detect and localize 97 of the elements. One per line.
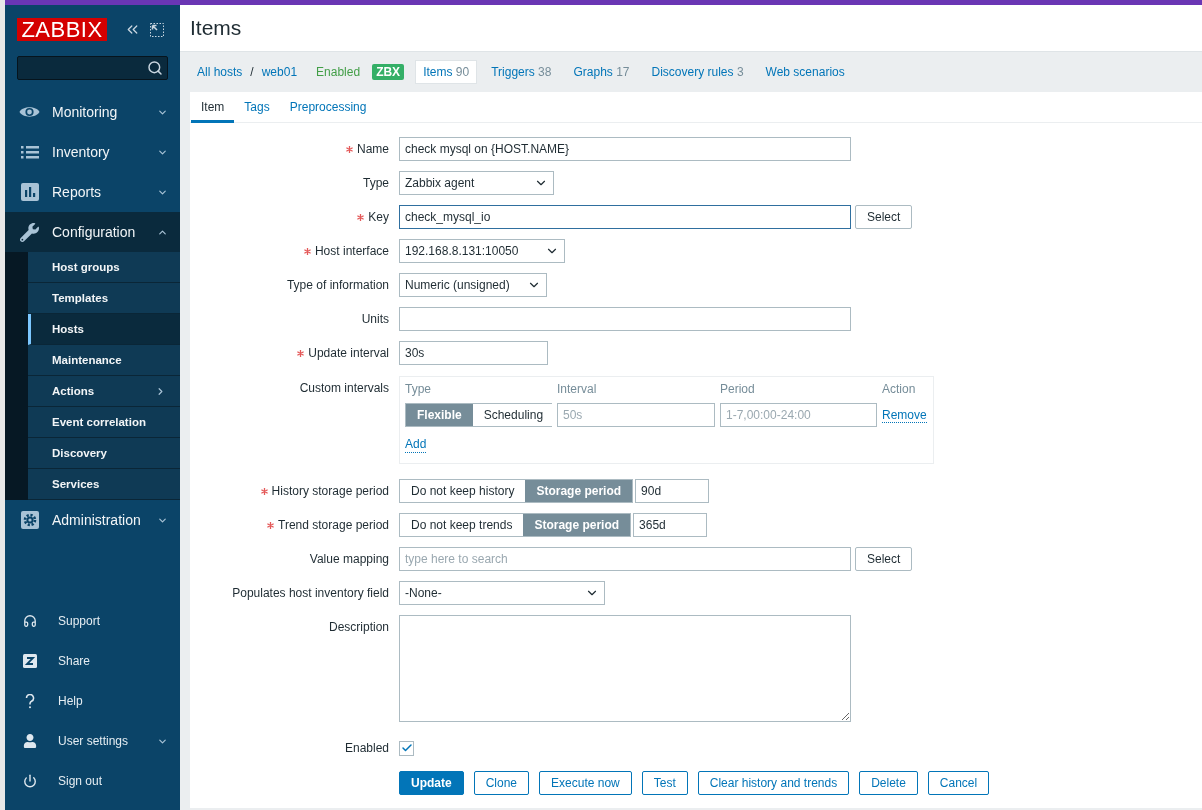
remove-link[interactable]: Remove <box>882 407 927 423</box>
form-button[interactable]: Execute now <box>539 771 632 795</box>
breadcrumb-link[interactable]: All hosts <box>197 65 243 79</box>
field-label: Type of information <box>286 278 389 292</box>
bar-chart-icon <box>20 183 39 201</box>
form-tab[interactable]: Preprocessing <box>279 92 377 123</box>
question-mark-icon <box>25 693 35 709</box>
submenu-item[interactable]: Host groups <box>28 252 180 283</box>
value-mapping-input[interactable]: type here to search <box>399 547 851 571</box>
submenu-item[interactable]: Hosts <box>28 314 180 345</box>
field-label: Description <box>328 620 389 634</box>
field-label: Type <box>363 176 389 190</box>
column-header: Period <box>720 381 756 397</box>
page-title: Items <box>190 16 242 40</box>
availability-badge: ZBX <box>372 64 405 80</box>
field-label: Update interval <box>308 346 389 360</box>
submenu-item[interactable]: Actions <box>28 376 180 407</box>
key-input[interactable]: check_mysql_io <box>399 205 851 229</box>
trend-period-input[interactable]: 365d <box>633 513 708 537</box>
form-button[interactable]: Cancel <box>927 771 990 795</box>
host-tab[interactable]: Triggers 38 <box>483 60 560 84</box>
headset-icon <box>23 614 37 628</box>
form-tab[interactable]: Item <box>191 92 235 123</box>
column-header: Action <box>882 381 917 397</box>
units-input[interactable] <box>399 307 851 331</box>
field-label: Value mapping <box>309 552 389 566</box>
select-button[interactable]: Select <box>855 205 913 229</box>
host-interface-select[interactable]: 192.168.8.131:10050 <box>399 239 565 263</box>
z-tile-icon <box>23 654 37 668</box>
host-tab[interactable]: Items 90 <box>415 60 478 84</box>
type-select[interactable]: Zabbix agent <box>399 171 554 195</box>
search-field[interactable] <box>17 56 168 80</box>
submenu-item[interactable]: Event correlation <box>28 407 180 438</box>
history-period-input[interactable]: 90d <box>635 479 710 503</box>
field-label: Name <box>357 142 389 156</box>
menu-item[interactable]: Help <box>5 681 180 721</box>
required-asterisk-icon <box>267 521 275 529</box>
select-button[interactable]: Select <box>855 547 913 571</box>
name-input[interactable]: check mysql on {HOST.NAME} <box>399 137 851 161</box>
required-asterisk-icon <box>357 213 365 221</box>
interval-input[interactable]: 50s <box>557 403 715 427</box>
power-icon <box>23 774 37 788</box>
required-asterisk-icon <box>260 487 268 495</box>
enabled-checkbox[interactable] <box>399 740 414 756</box>
host-tab[interactable]: Discovery rules 3 <box>643 60 752 84</box>
breadcrumb-link[interactable]: web01 <box>261 65 298 79</box>
submenu-item[interactable]: Services <box>28 469 180 500</box>
submenu-item[interactable]: Templates <box>28 283 180 314</box>
logo: ZABBIX <box>17 18 107 41</box>
field-label: History storage period <box>271 484 389 498</box>
list-icon <box>20 145 39 159</box>
form-tab[interactable]: Tags <box>234 92 280 123</box>
form-button[interactable]: Test <box>641 771 688 795</box>
form-button[interactable]: Delete <box>859 771 918 795</box>
form-button[interactable]: Update <box>399 771 464 795</box>
wrench-icon <box>20 222 39 242</box>
menu-item[interactable]: Support <box>5 601 180 641</box>
description-field[interactable] <box>399 615 851 722</box>
menu-item[interactable]: User settings <box>5 721 180 761</box>
form-button[interactable]: Clone <box>473 771 530 795</box>
user-icon <box>23 734 37 748</box>
field-label: Enabled <box>344 741 389 755</box>
add-link[interactable]: Add <box>405 436 427 453</box>
menu-item[interactable]: Share <box>5 641 180 681</box>
menu-item[interactable]: Monitoring <box>5 92 180 132</box>
menu-item[interactable]: Reports <box>5 172 180 212</box>
column-header: Interval <box>557 381 598 397</box>
breadcrumb-separator: / <box>250 65 254 79</box>
search-icon[interactable] <box>147 60 163 76</box>
menu-item[interactable]: Sign out <box>5 761 180 801</box>
field-label: Host interface <box>314 244 389 258</box>
eye-icon <box>19 105 40 119</box>
check-icon <box>400 742 413 754</box>
menu-item[interactable]: Configuration <box>5 212 180 252</box>
inventory-field-select[interactable]: -None- <box>399 581 605 605</box>
field-label: Custom intervals <box>299 381 389 395</box>
host-tab[interactable]: Web scenarios <box>757 60 853 84</box>
submenu-item[interactable]: Discovery <box>28 438 180 469</box>
required-asterisk-icon <box>346 145 353 153</box>
column-header: Type <box>405 381 432 397</box>
required-asterisk-icon <box>297 349 305 357</box>
field-label: Units <box>361 312 389 326</box>
form-button[interactable]: Clear history and trends <box>697 771 850 795</box>
update-interval-input[interactable]: 30s <box>399 341 548 365</box>
field-label: Key <box>368 210 389 224</box>
menu-item[interactable]: Inventory <box>5 132 180 172</box>
required-asterisk-icon <box>303 247 311 255</box>
fullscreen-icon[interactable] <box>150 22 164 37</box>
host-status: Enabled <box>316 65 361 79</box>
type-of-information-select[interactable]: Numeric (unsigned) <box>399 273 547 297</box>
field-label: Populates host inventory field <box>232 586 389 600</box>
field-label: Trend storage period <box>278 518 389 532</box>
gear-icon <box>20 511 39 529</box>
host-tab[interactable]: Graphs 17 <box>565 60 638 84</box>
period-input[interactable]: 1-7,00:00-24:00 <box>720 403 877 427</box>
menu-item[interactable]: Administration <box>5 500 180 540</box>
submenu-item[interactable]: Maintenance <box>28 345 180 376</box>
